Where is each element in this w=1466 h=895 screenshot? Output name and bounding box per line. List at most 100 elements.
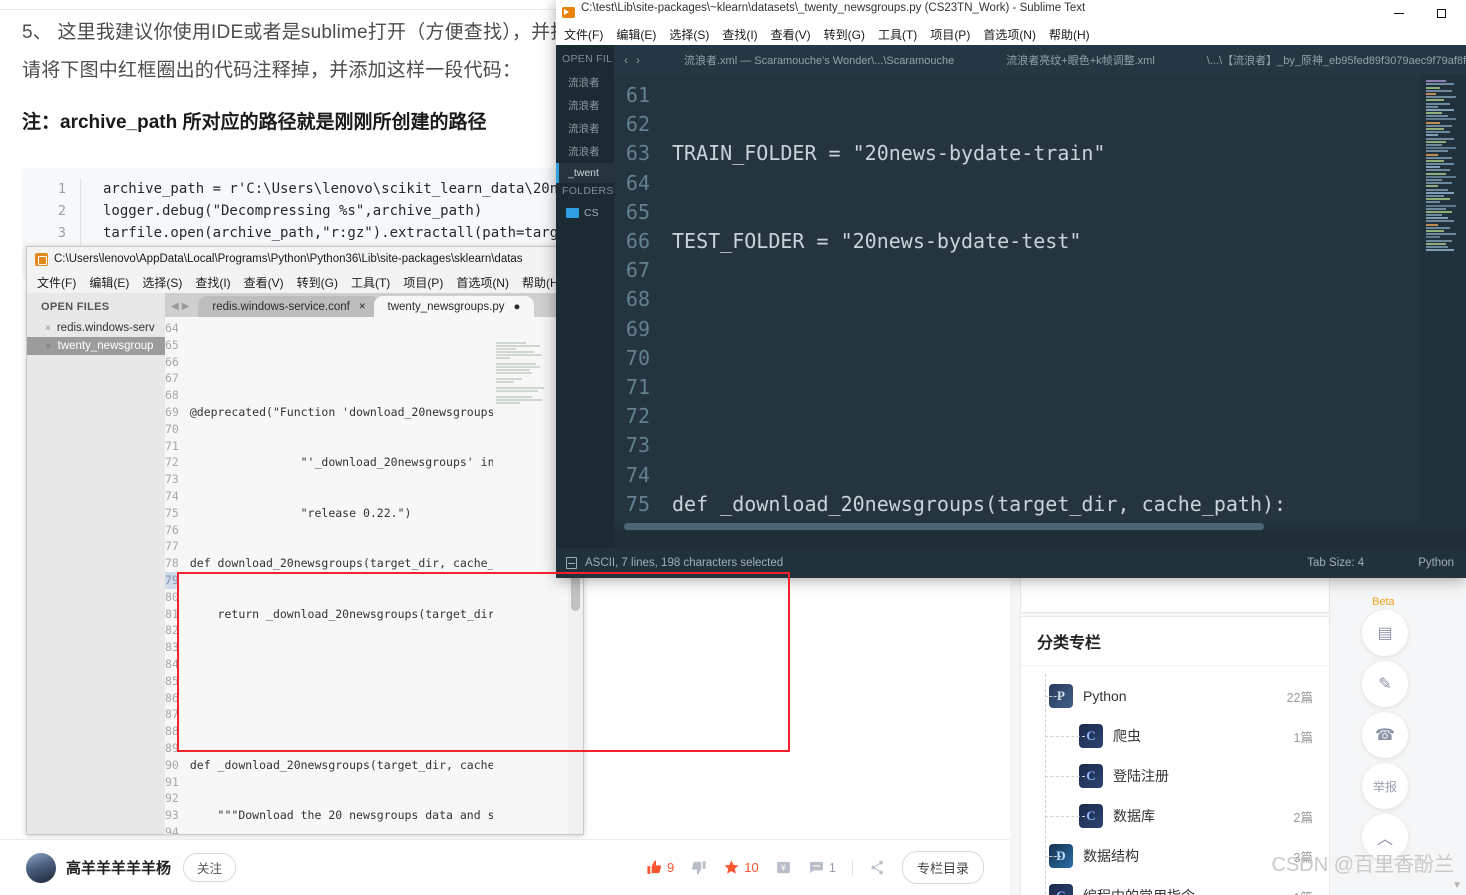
category-name: 数据结构 bbox=[1083, 848, 1139, 864]
comment-count: 1 bbox=[828, 860, 836, 875]
category-item-common-commands[interactable]: C 编程中的常用指令 1篇 bbox=[1021, 876, 1329, 895]
write-blog-button[interactable]: ✎ bbox=[1362, 661, 1408, 707]
category-count: 2篇 bbox=[1293, 810, 1313, 825]
status-tab-size[interactable]: Tab Size: 4 bbox=[1307, 557, 1364, 569]
author-name[interactable]: 高羊羊羊羊羊杨 bbox=[66, 857, 171, 878]
code-line-text: tarfile.open(archive_path,"r:gz").extrac… bbox=[103, 225, 592, 241]
editor-sidebar[interactable]: OPEN FILES × redis.windows-serv ● twenty… bbox=[27, 293, 165, 834]
comment-button[interactable]: 1 bbox=[808, 859, 836, 876]
editor-code-area[interactable]: 64 65 66 67 68 69 70 71 72 73 74 75 76 7… bbox=[165, 317, 583, 834]
line-number: 72 bbox=[165, 455, 179, 470]
article-action-bar: 高羊羊羊羊羊杨 关注 9 10 ¥ 1 专栏目录 bbox=[0, 839, 1010, 895]
sidebar-item-3[interactable]: 流浪者 bbox=[556, 140, 614, 163]
menu-view[interactable]: 查看(V) bbox=[771, 26, 811, 43]
sublime-editor[interactable]: 61 62 63 64 65 66 67 68 69 70 71 72 73 7… bbox=[614, 75, 1420, 531]
category-name: 编程中的常用指令 bbox=[1083, 886, 1195, 895]
sidebar-folder-cs[interactable]: CS bbox=[556, 203, 614, 223]
sublime-code-lines[interactable]: TRAIN_FOLDER = "20news-bydate-train" TES… bbox=[662, 75, 1420, 531]
sublime-horizontal-scrollbar[interactable] bbox=[614, 522, 1420, 531]
menu-preferences[interactable]: 首选项(N) bbox=[456, 274, 509, 291]
like-button[interactable]: 9 bbox=[646, 859, 674, 876]
editor-window-light[interactable]: C:\Users\lenovo\AppData\Local\Programs\P… bbox=[26, 246, 584, 835]
follow-button[interactable]: 关注 bbox=[183, 853, 237, 882]
menu-find[interactable]: 查找(I) bbox=[722, 26, 757, 43]
category-item-python[interactable]: P Python 22篇 bbox=[1021, 676, 1329, 716]
tab-redis-conf[interactable]: redis.windows-service.conf × bbox=[198, 296, 380, 317]
favorite-button[interactable]: 10 bbox=[723, 859, 759, 876]
category-item-login-register[interactable]: C 登陆注册 bbox=[1021, 756, 1329, 796]
menu-preferences[interactable]: 首选项(N) bbox=[983, 26, 1036, 43]
line-number: 64 bbox=[625, 170, 650, 195]
report-label: 举报 bbox=[1372, 779, 1397, 794]
status-right: Tab Size: 4 Python bbox=[1307, 557, 1466, 569]
status-syntax[interactable]: Python bbox=[1418, 557, 1454, 569]
close-icon[interactable]: × bbox=[359, 301, 366, 313]
menu-view[interactable]: 查看(V) bbox=[244, 274, 284, 291]
sidebar-item-1[interactable]: 流浪者 bbox=[556, 94, 614, 117]
sidebar-item-twenty-newsgroups[interactable]: ● twenty_newsgroup bbox=[27, 337, 165, 355]
category-name: 数据库 bbox=[1113, 808, 1155, 824]
menu-project[interactable]: 项目(P) bbox=[930, 26, 970, 43]
category-item-crawler[interactable]: C 爬虫 1篇 bbox=[1021, 716, 1329, 756]
category-item-database[interactable]: C 数据库 2篇 bbox=[1021, 796, 1329, 836]
tab-liulangzhe-origin[interactable]: \...\【流浪者】_by_原神_eb95fed89f3079aec9f79af… bbox=[1181, 52, 1466, 68]
menu-selection[interactable]: 选择(S) bbox=[669, 26, 709, 43]
sublime-sidebar[interactable]: OPEN FIL 流浪者 流浪者 流浪者 流浪者 _twent FOLDERS … bbox=[556, 45, 614, 561]
menu-find[interactable]: 查找(I) bbox=[195, 274, 230, 291]
dislike-button[interactable] bbox=[690, 859, 707, 876]
tab-liulangzhe-xml[interactable]: 流浪者.xml — Scaramouche's Wonder\...\Scara… bbox=[658, 52, 980, 68]
editor-minimap[interactable] bbox=[493, 341, 551, 834]
menu-tools[interactable]: 工具(T) bbox=[351, 274, 390, 291]
sidebar-item-2[interactable]: 流浪者 bbox=[556, 117, 614, 140]
sublime-window[interactable]: C:\test\Lib\site-packages\~klearn\datase… bbox=[556, 0, 1466, 578]
layout-beta-button[interactable]: Beta ▤ bbox=[1362, 596, 1408, 656]
window-controls[interactable] bbox=[1378, 0, 1462, 22]
close-icon[interactable]: × bbox=[45, 323, 51, 334]
avatar[interactable] bbox=[26, 852, 56, 883]
tree-branch-line bbox=[1045, 696, 1061, 697]
menu-file[interactable]: 文件(F) bbox=[37, 274, 76, 291]
scroll-down-arrow-icon[interactable]: ▼ bbox=[1452, 880, 1462, 891]
sublime-hscroll-thumb[interactable] bbox=[624, 523, 1264, 530]
sublime-tabbar[interactable]: ‹› 流浪者.xml — Scaramouche's Wonder\...\Sc… bbox=[614, 45, 1466, 75]
line-number: 69 bbox=[165, 404, 179, 419]
menu-project[interactable]: 项目(P) bbox=[403, 274, 443, 291]
reward-button[interactable]: ¥ bbox=[775, 859, 792, 876]
sublime-minimap[interactable] bbox=[1420, 75, 1466, 531]
share-button[interactable] bbox=[869, 859, 886, 876]
menu-tools[interactable]: 工具(T) bbox=[878, 26, 917, 43]
tab-scroll-arrows-icon[interactable]: ◀▶ bbox=[169, 301, 198, 317]
maximize-button[interactable] bbox=[1420, 0, 1462, 22]
sublime-menubar[interactable]: 文件(F) 编辑(E) 选择(S) 查找(I) 查看(V) 转到(G) 工具(T… bbox=[556, 24, 1466, 45]
tab-nav-arrows-icon[interactable]: ‹› bbox=[614, 53, 658, 67]
tab-label: twenty_newsgroups.py bbox=[387, 300, 505, 313]
report-button[interactable]: 举报 bbox=[1362, 763, 1408, 809]
line-number: 72 bbox=[625, 404, 650, 429]
menu-selection[interactable]: 选择(S) bbox=[142, 274, 182, 291]
menu-goto[interactable]: 转到(G) bbox=[297, 274, 338, 291]
editor-tabbar[interactable]: ◀▶ redis.windows-service.conf × twenty_n… bbox=[165, 293, 583, 317]
line-number: 74 bbox=[165, 488, 179, 503]
sidebar-item-twenty-newsgroups[interactable]: _twent bbox=[556, 163, 614, 183]
customer-service-button[interactable]: ☎ bbox=[1362, 712, 1408, 758]
editor-menubar[interactable]: 文件(F) 编辑(E) 选择(S) 查找(I) 查看(V) 转到(G) 工具(T… bbox=[27, 271, 583, 293]
menu-help[interactable]: 帮助(H) bbox=[1049, 26, 1090, 43]
beta-badge: Beta bbox=[1372, 596, 1395, 608]
menu-goto[interactable]: 转到(G) bbox=[824, 26, 865, 43]
menu-file[interactable]: 文件(F) bbox=[564, 26, 603, 43]
unsaved-dot-icon[interactable]: ● bbox=[514, 301, 521, 313]
sidebar-header-folders: FOLDERS bbox=[562, 185, 614, 197]
menu-edit[interactable]: 编辑(E) bbox=[616, 26, 656, 43]
line-number: 75 bbox=[165, 505, 179, 520]
favorite-count: 10 bbox=[744, 860, 759, 875]
sublime-app-icon bbox=[562, 6, 575, 18]
line-number: 67 bbox=[165, 371, 179, 386]
tab-twenty-newsgroups[interactable]: twenty_newsgroups.py ● bbox=[373, 296, 535, 317]
column-catalog-button[interactable]: 专栏目录 bbox=[901, 851, 984, 884]
line-number: 69 bbox=[625, 316, 650, 341]
sidebar-item-0[interactable]: 流浪者 bbox=[556, 71, 614, 94]
sidebar-item-redis-conf[interactable]: × redis.windows-serv bbox=[27, 319, 165, 337]
menu-edit[interactable]: 编辑(E) bbox=[89, 274, 129, 291]
minimize-button[interactable] bbox=[1378, 0, 1420, 22]
tab-liulangzhe-effects-xml[interactable]: 流浪者亮纹+眼色+k帧调整.xml bbox=[980, 52, 1181, 68]
